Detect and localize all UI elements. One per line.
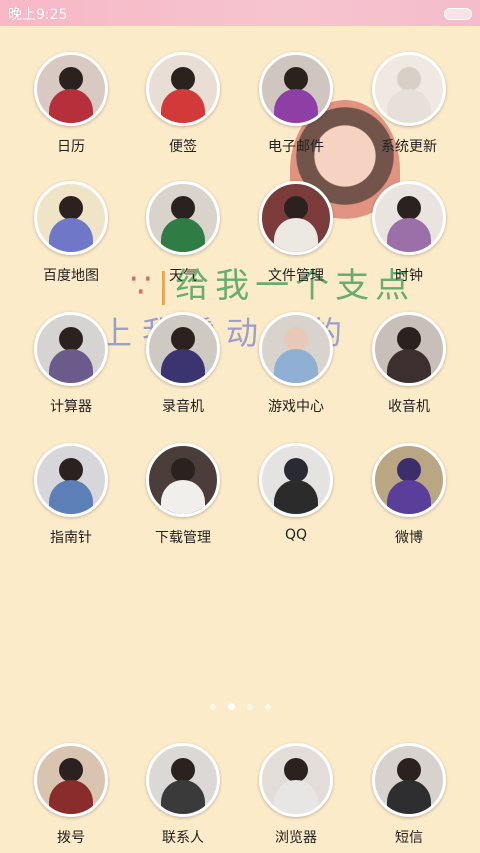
app-phone[interactable]: 拨号	[16, 743, 126, 847]
app-label: 系统更新	[381, 139, 437, 155]
app-label: 电子邮件	[268, 139, 324, 155]
app-weather[interactable]: 天气	[128, 181, 238, 285]
app-qq[interactable]: QQ	[241, 443, 351, 543]
app-contacts[interactable]: 联系人	[128, 743, 238, 847]
contacts-icon	[146, 743, 220, 817]
game-center-icon	[259, 312, 333, 386]
compass-icon	[34, 443, 108, 517]
app-label: QQ	[284, 527, 308, 543]
app-label: 指南针	[50, 530, 92, 546]
app-calculator[interactable]: 计算器	[16, 312, 126, 416]
weibo-icon	[372, 443, 446, 517]
app-label: 百度地图	[43, 268, 99, 284]
weather-icon	[146, 181, 220, 255]
app-label: 游戏中心	[268, 399, 324, 415]
download-icon	[146, 443, 220, 517]
page-dot[interactable]	[246, 704, 253, 710]
app-file-manager[interactable]: 文件管理	[241, 181, 351, 285]
app-label: 微博	[395, 530, 423, 546]
app-calendar[interactable]: 日历	[16, 52, 126, 156]
calendar-icon	[34, 52, 108, 126]
app-recorder[interactable]: 录音机	[128, 312, 238, 416]
phone-icon	[34, 743, 108, 817]
battery-icon	[444, 8, 472, 20]
app-label: 计算器	[50, 399, 92, 415]
app-label: 录音机	[162, 399, 204, 415]
sms-icon	[372, 743, 446, 817]
page-dot[interactable]	[209, 704, 216, 710]
email-icon	[259, 52, 333, 126]
system-update-icon	[372, 52, 446, 126]
app-notes[interactable]: 便签	[128, 52, 238, 156]
app-label: 便签	[169, 139, 197, 155]
app-weibo[interactable]: 微博	[354, 443, 464, 547]
status-time: 晚上9:25	[8, 7, 68, 23]
browser-icon	[259, 743, 333, 817]
calculator-icon	[34, 312, 108, 386]
radio-icon	[372, 312, 446, 386]
app-label: 拨号	[57, 830, 85, 846]
clock-icon	[372, 181, 446, 255]
qq-icon	[259, 443, 333, 517]
app-label: 短信	[395, 830, 423, 846]
app-system-update[interactable]: 系统更新	[354, 52, 464, 156]
app-label: 文件管理	[268, 268, 324, 284]
page-dot[interactable]	[264, 704, 271, 710]
app-compass[interactable]: 指南针	[16, 443, 126, 547]
app-radio[interactable]: 收音机	[354, 312, 464, 416]
page-indicator[interactable]	[0, 703, 480, 710]
recorder-icon	[146, 312, 220, 386]
app-clock[interactable]: 时钟	[354, 181, 464, 285]
app-label: 时钟	[395, 268, 423, 284]
app-sms[interactable]: 短信	[354, 743, 464, 847]
file-manager-icon	[259, 181, 333, 255]
page-dot-active[interactable]	[227, 703, 235, 710]
app-map[interactable]: 百度地图	[16, 181, 126, 285]
app-download[interactable]: 下载管理	[128, 443, 238, 547]
app-label: 浏览器	[275, 830, 317, 846]
map-icon	[34, 181, 108, 255]
app-label: 收音机	[388, 399, 430, 415]
app-label: 下载管理	[155, 530, 211, 546]
app-label: 日历	[57, 139, 85, 155]
notes-icon	[146, 52, 220, 126]
app-game-center[interactable]: 游戏中心	[241, 312, 351, 416]
status-bar: 晚上9:25	[0, 0, 480, 26]
app-browser[interactable]: 浏览器	[241, 743, 351, 847]
app-label: 联系人	[162, 830, 204, 846]
app-email[interactable]: 电子邮件	[241, 52, 351, 156]
app-label: 天气	[169, 268, 197, 284]
